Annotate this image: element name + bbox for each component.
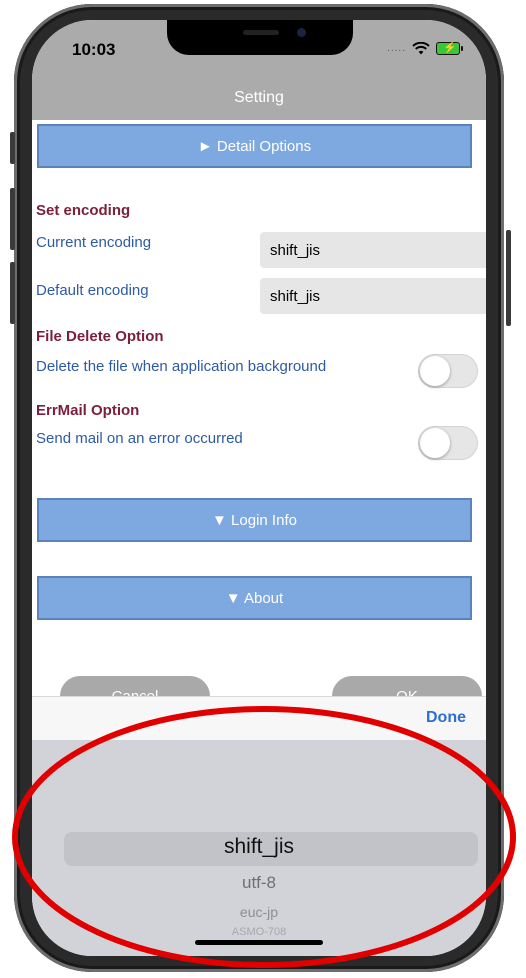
encoding-heading: Set encoding bbox=[36, 202, 131, 219]
volume-down-button bbox=[10, 262, 15, 324]
signal-icon: ..... bbox=[387, 43, 406, 54]
mute-switch bbox=[10, 132, 15, 164]
page-title: Setting bbox=[234, 89, 284, 106]
power-button bbox=[506, 230, 511, 326]
file-delete-heading: File Delete Option bbox=[36, 328, 164, 345]
toggle-knob bbox=[420, 428, 450, 458]
about-label: ▼ About bbox=[225, 589, 284, 607]
default-encoding-value: shift_jis bbox=[270, 287, 321, 305]
picker-option[interactable]: ASMO-708 bbox=[32, 926, 486, 938]
default-encoding-field[interactable]: shift_jis bbox=[260, 278, 486, 314]
current-encoding-value: shift_jis bbox=[270, 241, 321, 259]
file-delete-label: Delete the file when application backgro… bbox=[36, 358, 327, 375]
front-camera bbox=[297, 28, 306, 37]
speaker-grille bbox=[243, 30, 279, 35]
login-info-button[interactable]: ▼ Login Info bbox=[37, 498, 472, 542]
current-encoding-field[interactable]: shift_jis bbox=[260, 232, 486, 268]
detail-options-label: ► Detail Options bbox=[197, 137, 312, 155]
file-delete-toggle[interactable] bbox=[418, 354, 478, 388]
errmail-label: Send mail on an error occurred bbox=[36, 430, 243, 447]
navigation-bar: Setting bbox=[32, 76, 486, 120]
picker-option[interactable]: utf-8 bbox=[32, 873, 486, 893]
picker-option[interactable]: euc-jp bbox=[32, 904, 486, 920]
picker-toolbar: Done bbox=[32, 696, 486, 741]
notch bbox=[167, 20, 353, 55]
volume-up-button bbox=[10, 188, 15, 250]
status-time: 10:03 bbox=[72, 40, 116, 59]
login-info-label: ▼ Login Info bbox=[212, 511, 297, 529]
wifi-icon bbox=[412, 42, 430, 55]
toggle-knob bbox=[420, 356, 450, 386]
picker-option-selected[interactable]: shift_jis bbox=[32, 835, 486, 859]
done-button[interactable]: Done bbox=[426, 709, 466, 727]
about-button[interactable]: ▼ About bbox=[37, 576, 472, 620]
battery-icon: ⚡ bbox=[436, 42, 463, 55]
home-indicator bbox=[195, 940, 323, 945]
current-encoding-label: Current encoding bbox=[36, 234, 152, 251]
default-encoding-label: Default encoding bbox=[36, 282, 149, 299]
encoding-picker[interactable]: shift_jis utf-8 euc-jp ASMO-708 bbox=[32, 740, 486, 956]
status-icons: ..... ⚡ bbox=[387, 42, 463, 55]
errmail-toggle[interactable] bbox=[418, 426, 478, 460]
screen: 10:03 ..... ⚡ Setting ► Detail Options S… bbox=[32, 20, 486, 956]
detail-options-button[interactable]: ► Detail Options bbox=[37, 124, 472, 168]
errmail-heading: ErrMail Option bbox=[36, 402, 140, 419]
